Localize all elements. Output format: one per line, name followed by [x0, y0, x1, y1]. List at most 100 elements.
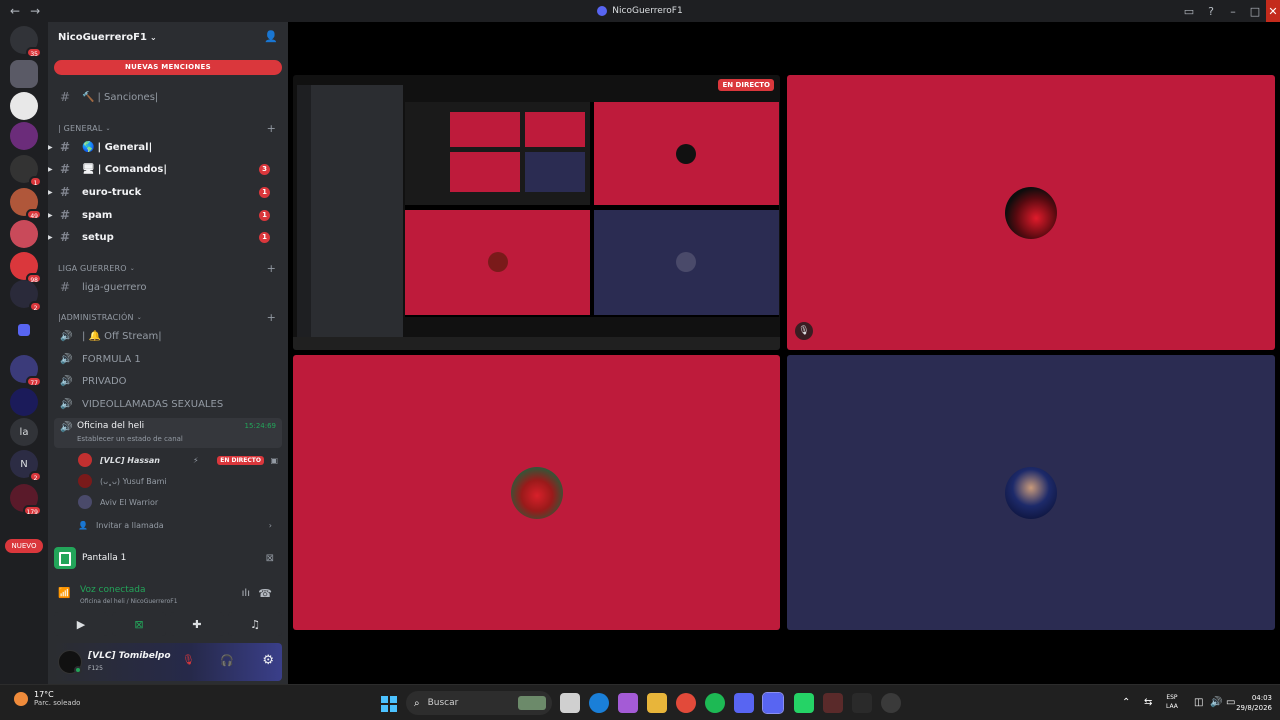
battery-icon[interactable]: ▭: [1226, 697, 1235, 708]
channel-name: Oficina del heli: [77, 421, 145, 431]
discord-icon[interactable]: [734, 693, 754, 713]
channel-setup[interactable]: ▶ # setup 1: [48, 227, 282, 247]
user-name[interactable]: [VLC] Tomibelpo: [88, 651, 171, 661]
voice-status[interactable]: Voz conectada: [80, 585, 145, 595]
server-icon[interactable]: 1: [10, 155, 42, 187]
windows-start-icon[interactable]: [381, 696, 397, 712]
hash-icon: #: [60, 280, 71, 294]
channel-sanciones[interactable]: # 🔨 | Sanciones|: [54, 87, 282, 107]
user-status: F125: [88, 665, 103, 672]
folder-icon[interactable]: [18, 324, 30, 336]
add-channel-icon[interactable]: +: [267, 311, 276, 324]
server-icon[interactable]: [10, 122, 38, 150]
channel-status[interactable]: Establecer un estado de canal: [77, 435, 183, 443]
language-indicator[interactable]: ESP LAA: [1166, 693, 1178, 711]
inbox-icon[interactable]: ▭: [1178, 0, 1200, 22]
close-button[interactable]: ✕: [1266, 0, 1280, 22]
forward-arrow-icon[interactable]: →: [30, 4, 40, 18]
channel-general[interactable]: ▶ # 🌎 | General|: [48, 137, 282, 157]
gear-icon[interactable]: ⚙: [262, 653, 274, 668]
add-channel-icon[interactable]: +: [267, 262, 276, 275]
signal-icon[interactable]: 📶: [58, 588, 70, 599]
stream-preview-tile[interactable]: EN DIRECTO: [293, 75, 780, 350]
server-icon[interactable]: 77: [10, 355, 42, 387]
noise-suppression-icon[interactable]: ılı: [242, 588, 250, 599]
participant-tile[interactable]: 🎙: [787, 75, 1275, 350]
clock[interactable]: 04:03 29/8/2026: [1236, 693, 1272, 713]
server-icon[interactable]: N 2: [10, 450, 42, 482]
server-badge: 2: [29, 471, 42, 482]
chevron-up-icon[interactable]: ⌃: [1122, 697, 1130, 708]
minimize-button[interactable]: –: [1222, 0, 1244, 22]
task-view-icon[interactable]: [560, 693, 580, 713]
direct-messages-icon[interactable]: 35: [10, 26, 42, 58]
settings-app-icon[interactable]: [881, 693, 901, 713]
server-icon[interactable]: 49: [10, 188, 42, 220]
epic-games-icon[interactable]: [852, 693, 872, 713]
category-liga-guerrero[interactable]: LIGA GUERRERO ⌄ +: [58, 261, 276, 275]
channel-name: | Comandos|: [97, 163, 167, 175]
voice-user[interactable]: (ᴗ˳ᴗ) Yusuf Bami: [78, 471, 282, 491]
invite-to-call[interactable]: 👤 Invitar a llamada ›: [78, 517, 282, 533]
activities-button[interactable]: ✚: [170, 612, 224, 636]
chrome-icon[interactable]: [676, 693, 696, 713]
soundboard-button[interactable]: ♫: [228, 612, 282, 636]
server-icon[interactable]: la: [10, 418, 38, 446]
file-explorer-icon[interactable]: [647, 693, 667, 713]
spotify-icon[interactable]: [705, 693, 725, 713]
participant-tile[interactable]: [787, 355, 1275, 630]
weather-widget[interactable]: 17°C Parc. soleado: [14, 690, 80, 707]
voice-channel-privado[interactable]: 🔊 PRIVADO: [54, 371, 282, 391]
game-app-icon[interactable]: [823, 693, 843, 713]
voice-user[interactable]: Aviv El Warrior: [78, 492, 282, 512]
volume-icon[interactable]: 🔊: [1210, 697, 1222, 708]
participant-tile[interactable]: [293, 355, 780, 630]
screen-share-panel[interactable]: Pantalla 1 ⊠: [54, 543, 282, 573]
voice-channel-videollamadas[interactable]: 🔊 VIDEOLLAMADAS SEXUALES: [54, 394, 282, 414]
call-timer: 15:24:69: [244, 422, 276, 430]
channel-liga-guerrero[interactable]: # liga-guerrero: [54, 277, 282, 297]
taskbar-search[interactable]: ⌕ Buscar: [406, 691, 552, 715]
server-header[interactable]: NicoGuerreroF1 ⌄: [48, 22, 288, 52]
server-icon[interactable]: [10, 60, 38, 88]
wifi-icon[interactable]: ◫: [1194, 697, 1203, 708]
mic-muted-icon[interactable]: 🎙: [182, 655, 195, 666]
copilot-icon[interactable]: [618, 693, 638, 713]
headphones-icon[interactable]: 🎧: [220, 654, 234, 667]
category-administracion[interactable]: |ADMINISTRACIÓN ⌄ +: [58, 310, 276, 324]
voice-channel-formula-1[interactable]: 🔊 FORMULA 1: [54, 349, 282, 369]
channel-euro-truck[interactable]: ▶ # euro-truck 1: [48, 182, 282, 202]
new-servers-pill[interactable]: NUEVO: [5, 539, 43, 553]
server-icon[interactable]: 2: [10, 280, 42, 312]
active-voice-channel[interactable]: 🔊 Oficina del heli Establecer un estado …: [54, 418, 282, 448]
stop-share-icon[interactable]: ⊠: [266, 553, 274, 564]
camera-off-icon: ⚡: [193, 455, 199, 465]
server-icon[interactable]: [10, 92, 38, 120]
screen-share-button[interactable]: ⊠: [112, 612, 166, 636]
server-icon[interactable]: 179: [10, 484, 42, 516]
discord-active-icon[interactable]: [762, 692, 784, 714]
voice-location[interactable]: Oficina del heli / NicoGuerreroF1: [80, 598, 178, 605]
category-general[interactable]: | GENERAL ⌄ +: [58, 121, 276, 135]
add-channel-icon[interactable]: +: [267, 122, 276, 135]
disconnect-icon[interactable]: ☎: [258, 587, 272, 600]
camera-toggle-button[interactable]: ▶: [54, 612, 108, 636]
mic-muted-icon: 🎙: [795, 322, 813, 340]
invite-people-icon[interactable]: 👤: [264, 30, 278, 43]
back-arrow-icon[interactable]: ←: [10, 4, 20, 18]
new-mentions-bar[interactable]: NUEVAS MENCIONES: [54, 60, 282, 75]
server-icon[interactable]: [10, 220, 38, 248]
voice-channel-off-stream[interactable]: 🔊 | 🔔 Off Stream|: [54, 326, 282, 346]
help-icon[interactable]: ?: [1200, 0, 1222, 22]
channel-name: | 🔔 Off Stream|: [82, 330, 162, 342]
server-icon[interactable]: 98: [10, 252, 42, 284]
server-icon[interactable]: [10, 388, 38, 416]
whatsapp-icon[interactable]: [794, 693, 814, 713]
edge-browser-icon[interactable]: [589, 693, 609, 713]
channel-comandos[interactable]: ▶ # 🖥 | Comandos| 3: [48, 159, 282, 179]
channel-spam[interactable]: ▶ # spam 1: [48, 205, 282, 225]
network-app-icon[interactable]: ⇆: [1144, 697, 1152, 708]
voice-user[interactable]: [VLC] Hassan ⚡ EN DIRECTO ▣: [78, 450, 282, 470]
maximize-button[interactable]: □: [1244, 0, 1266, 22]
user-panel: [VLC] Tomibelpo F125 🎙 🎧 ⚙: [54, 643, 282, 681]
